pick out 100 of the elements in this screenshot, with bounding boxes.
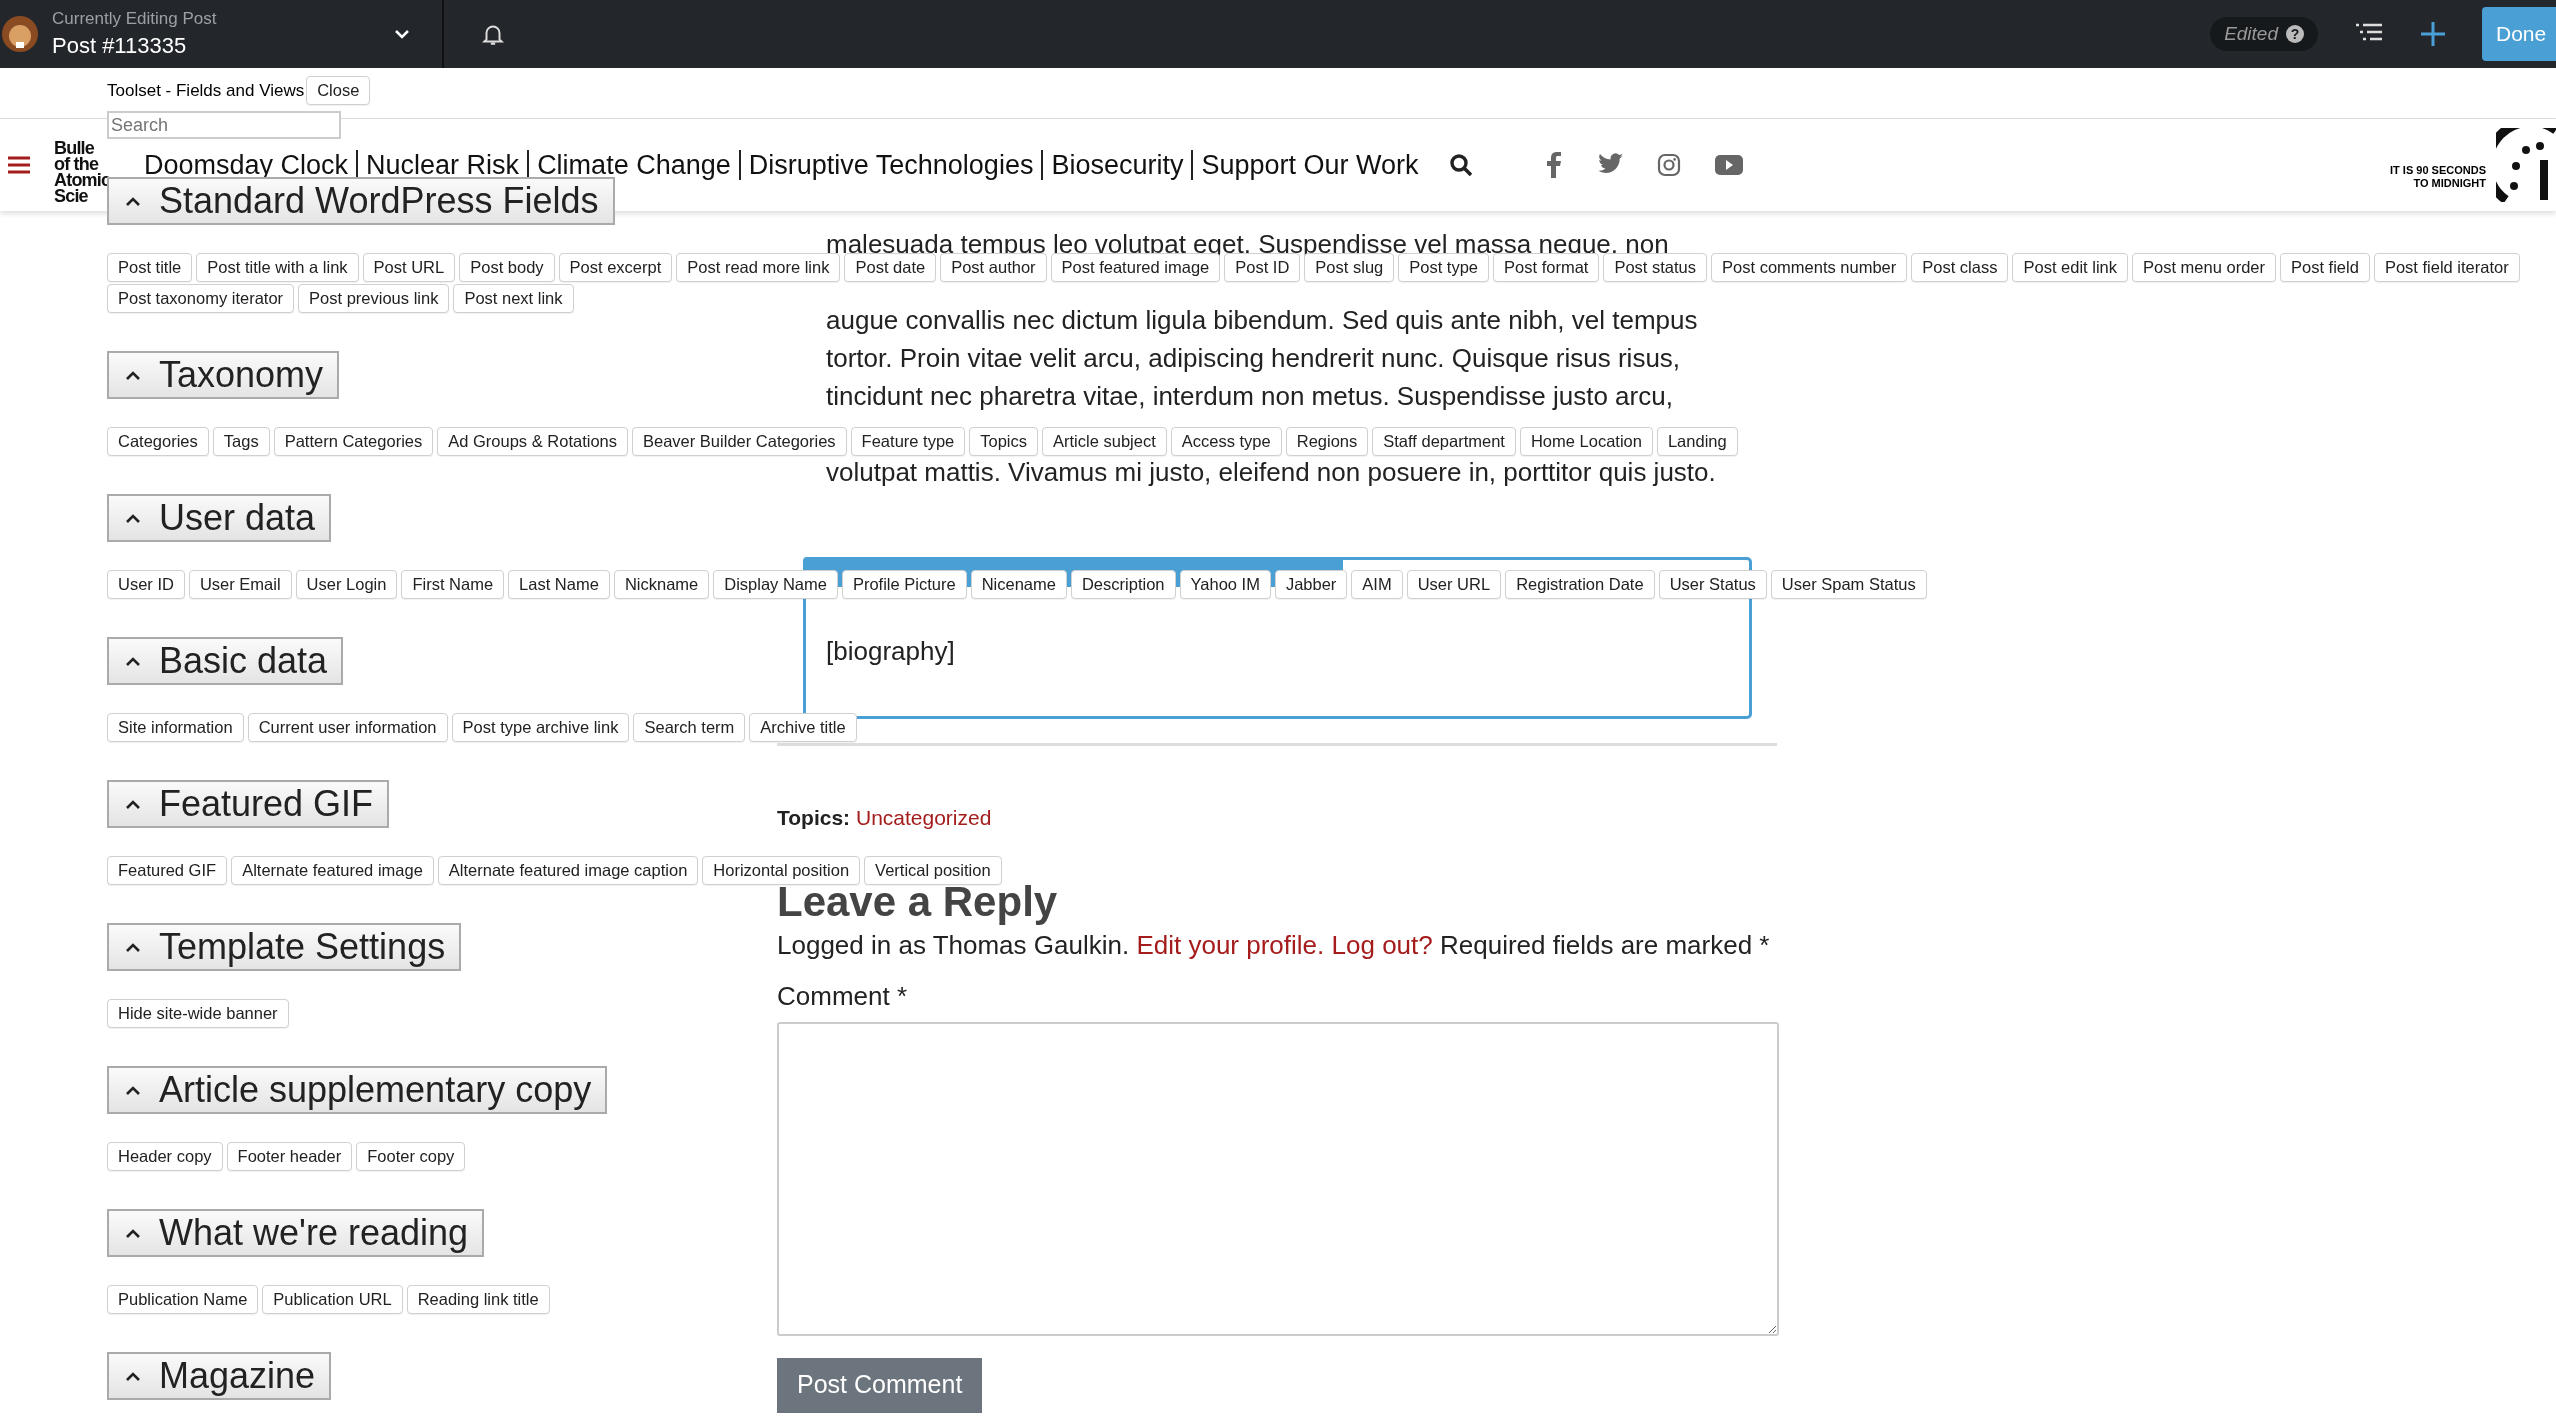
field-button[interactable]: User URL	[1406, 570, 1502, 599]
field-button[interactable]: Registration Date	[1505, 570, 1655, 599]
section-header[interactable]: User data	[107, 494, 332, 542]
field-button[interactable]: Post type archive link	[451, 713, 630, 742]
field-button[interactable]: Post menu order	[2132, 253, 2276, 282]
field-button[interactable]: Post excerpt	[558, 253, 673, 282]
profile-link[interactable]: Edit your profile.	[1136, 930, 1325, 960]
field-button[interactable]: Footer header	[226, 1142, 353, 1171]
section-header[interactable]: Taxonomy	[107, 351, 340, 399]
field-button[interactable]: Header copy	[107, 1142, 223, 1171]
menu-icon[interactable]	[8, 156, 30, 174]
field-button[interactable]: Post edit link	[2012, 253, 2128, 282]
field-button[interactable]: Post previous link	[298, 284, 450, 313]
logged-in-text: Logged in as Thomas Gaulkin. Edit your profile. Log out? Required fields are marked *	[777, 930, 1771, 961]
field-button[interactable]: Topics	[969, 427, 1039, 456]
camera-icon[interactable]	[1656, 153, 1681, 177]
field-button[interactable]: Home Location	[1519, 427, 1653, 456]
field-button[interactable]: Feature type	[850, 427, 966, 456]
field-button[interactable]: Last Name	[508, 570, 610, 599]
facebook-icon[interactable]	[1546, 152, 1561, 178]
field-button[interactable]: Yahoo IM	[1179, 570, 1271, 599]
field-button[interactable]: Nicename	[970, 570, 1067, 599]
field-button[interactable]: Featured GIF	[107, 856, 228, 885]
field-button[interactable]: Post ID	[1224, 253, 1301, 282]
field-button[interactable]: Profile Picture	[841, 570, 967, 599]
field-button[interactable]: Tags	[212, 427, 270, 456]
profile-link[interactable]: Log out?	[1331, 930, 1433, 960]
field-button[interactable]: Post next link	[453, 284, 574, 313]
editor-text: [biography]	[826, 636, 955, 667]
nav-link[interactable]: Biosecurity	[1041, 150, 1192, 180]
field-button[interactable]: AIM	[1351, 570, 1403, 599]
field-button[interactable]: User Login	[295, 570, 398, 599]
field-button[interactable]: Display Name	[713, 570, 838, 599]
field-button[interactable]: Reading link title	[406, 1285, 550, 1314]
field-button[interactable]: Jabber	[1274, 570, 1348, 599]
field-button[interactable]: Categories	[107, 427, 209, 456]
field-button[interactable]: Staff department	[1372, 427, 1516, 456]
section-header[interactable]: Article supplementary copy	[107, 1066, 608, 1114]
field-button[interactable]: Publication URL	[262, 1285, 403, 1314]
logo-text[interactable]: of the	[54, 156, 99, 172]
field-button[interactable]: Site information	[107, 713, 244, 742]
field-button[interactable]: Post URL	[362, 253, 456, 282]
search-icon[interactable]	[1448, 153, 1473, 177]
search-field[interactable]: Search	[107, 111, 341, 139]
close-button[interactable]: Close	[306, 76, 371, 105]
field-button[interactable]: Post format	[1493, 253, 1600, 282]
field-button[interactable]: Nickname	[613, 570, 710, 599]
field-button[interactable]: Description	[1070, 570, 1176, 599]
field-button[interactable]: Archive title	[749, 713, 857, 742]
field-button[interactable]: User Status	[1658, 570, 1767, 599]
field-button[interactable]: Post type	[1398, 253, 1490, 282]
field-button[interactable]: Current user information	[247, 713, 448, 742]
nav-link[interactable]: Doomsday Clock	[144, 150, 357, 180]
field-button[interactable]: Vertical position	[864, 856, 1002, 885]
field-button[interactable]: Post status	[1603, 253, 1708, 282]
field-button[interactable]: Post title	[107, 253, 193, 282]
field-button[interactable]: Post field iterator	[2373, 253, 2520, 282]
field-button[interactable]: Landing	[1656, 427, 1738, 456]
field-button[interactable]: First Name	[401, 570, 505, 599]
field-button[interactable]: Regions	[1285, 427, 1369, 456]
field-button[interactable]: Search term	[633, 713, 746, 742]
comment-field[interactable]	[777, 1022, 1779, 1336]
field-button[interactable]: Pattern Categories	[273, 427, 434, 456]
field-button[interactable]: Post date	[844, 253, 937, 282]
section-header[interactable]: Standard WordPress Fields	[107, 177, 615, 225]
logo-text[interactable]: Bulle	[54, 140, 94, 156]
section-header[interactable]: Basic data	[107, 637, 344, 685]
field-button[interactable]: Post class	[1911, 253, 2009, 282]
field-button[interactable]: Post taxonomy iterator	[107, 284, 295, 313]
field-button[interactable]: Alternate featured image caption	[437, 856, 699, 885]
field-button[interactable]: User Email	[188, 570, 292, 599]
field-button[interactable]: Post body	[459, 253, 555, 282]
section-header[interactable]: Template Settings	[107, 923, 462, 971]
section-header[interactable]: What we're reading	[107, 1209, 485, 1257]
section-header[interactable]: Magazine	[107, 1352, 332, 1400]
nav-link[interactable]: Support Our Work	[1191, 150, 1427, 180]
field-button[interactable]: Article subject	[1042, 427, 1167, 456]
field-button[interactable]: Post title with a link	[196, 253, 359, 282]
field-button[interactable]: Post comments number	[1711, 253, 1908, 282]
field-button[interactable]: Beaver Builder Categories	[632, 427, 847, 456]
help-icon[interactable]: ?	[2286, 25, 2304, 43]
field-button[interactable]: Access type	[1170, 427, 1282, 456]
logo-text[interactable]: Scie	[54, 188, 88, 204]
section-header[interactable]: Featured GIF	[107, 780, 390, 828]
field-button[interactable]: Ad Groups & Rotations	[437, 427, 628, 456]
play-icon[interactable]	[1714, 155, 1743, 175]
plus-icon[interactable]	[2420, 21, 2446, 47]
field-button[interactable]: Horizontal position	[702, 856, 861, 885]
field-button[interactable]: Alternate featured image	[231, 856, 434, 885]
field-button[interactable]: Hide site-wide banner	[107, 999, 289, 1028]
field-button[interactable]: Post read more link	[676, 253, 841, 282]
field-button[interactable]: User Spam Status	[1770, 570, 1927, 599]
field-button[interactable]: Post field	[2280, 253, 2370, 282]
nav-link[interactable]: Disruptive Technologies	[738, 150, 1042, 180]
field-button[interactable]: User ID	[107, 570, 185, 599]
topic-link[interactable]: Uncategorized	[855, 806, 992, 829]
field-button[interactable]: Post author	[940, 253, 1047, 282]
field-button[interactable]: Publication Name	[107, 1285, 259, 1314]
field-button[interactable]: Footer copy	[356, 1142, 466, 1171]
post-comment-button[interactable]: Post Comment	[777, 1358, 983, 1413]
